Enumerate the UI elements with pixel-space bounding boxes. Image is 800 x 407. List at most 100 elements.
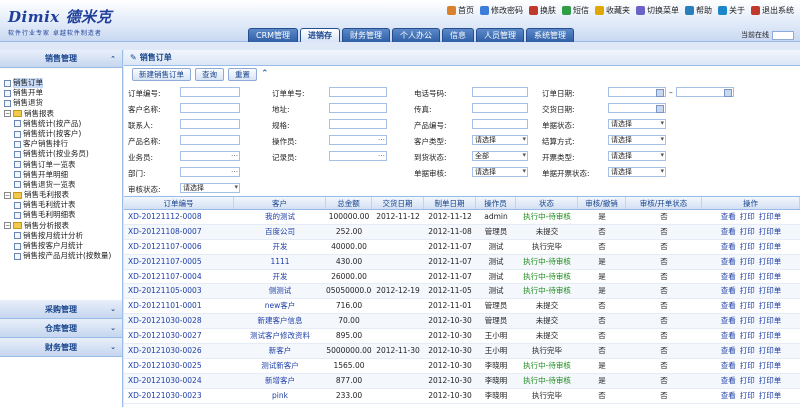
column-header[interactable]: 总金额: [326, 197, 372, 209]
collapse-icon[interactable]: ⌃: [261, 69, 269, 79]
column-header[interactable]: 制单日期: [424, 197, 476, 209]
sidebar-item[interactable]: 销售开单: [0, 88, 122, 98]
action-link-0[interactable]: 查看: [721, 242, 736, 251]
action-link-0[interactable]: 查看: [721, 316, 736, 325]
action-link-2[interactable]: 打印单: [759, 376, 782, 385]
action-link-0[interactable]: 查看: [721, 212, 736, 221]
action-link-1[interactable]: 打印: [740, 301, 755, 310]
sidebar-item[interactable]: 销售退货一览表: [0, 180, 122, 190]
collapse-toggle-icon[interactable]: −: [4, 191, 11, 199]
contact-input[interactable]: [180, 119, 240, 129]
sidebar-item[interactable]: − 销售报表: [0, 109, 122, 119]
top-link-2[interactable]: 换肤: [529, 5, 556, 16]
action-link-1[interactable]: 打印: [740, 257, 755, 266]
phone-input[interactable]: [472, 87, 528, 97]
cell-code[interactable]: XD-20121112-0008: [124, 210, 234, 224]
cell-code[interactable]: XD-20121030-0024: [124, 374, 234, 388]
top-link-1[interactable]: 修改密码: [480, 5, 523, 16]
action-link-2[interactable]: 打印单: [759, 316, 782, 325]
sidebar-item[interactable]: 销售退货: [0, 98, 122, 108]
table-row[interactable]: XD-20121107-0006 开发 40000.00 2012-11-07 测试 执行…: [124, 240, 800, 255]
top-link-6[interactable]: 帮助: [685, 5, 712, 16]
action-link-2[interactable]: 打印单: [759, 346, 782, 355]
cell-code[interactable]: XD-20121030-0023: [124, 389, 234, 403]
action-link-0[interactable]: 查看: [721, 286, 736, 295]
cell-code[interactable]: XD-20121107-0006: [124, 240, 234, 254]
action-link-0[interactable]: 查看: [721, 346, 736, 355]
column-header[interactable]: 状态: [516, 197, 578, 209]
sidebar-panel-1[interactable]: 仓库管理 ⌄: [0, 319, 122, 338]
action-link-2[interactable]: 打印单: [759, 227, 782, 236]
collapse-toggle-icon[interactable]: −: [4, 110, 11, 118]
table-row[interactable]: XD-20121112-0008 我的测试 100000.00 2012-11-12 2…: [124, 210, 800, 225]
table-row[interactable]: XD-20121030-0026 新客户 5000000.00 2012-11-30 2…: [124, 344, 800, 359]
cell-code[interactable]: XD-20121105-0003: [124, 284, 234, 298]
fax-input[interactable]: [472, 103, 528, 113]
action-link-1[interactable]: 打印: [740, 242, 755, 251]
cell-code[interactable]: XD-20121030-0027: [124, 329, 234, 343]
cell-code[interactable]: XD-20121107-0004: [124, 270, 234, 284]
sidebar-item[interactable]: 销售统计(按客户): [0, 129, 122, 139]
action-link-1[interactable]: 打印: [740, 391, 755, 400]
sidebar-item[interactable]: 销售按产品月统计(按数量): [0, 251, 122, 261]
product-name-input[interactable]: [180, 135, 240, 145]
table-row[interactable]: XD-20121107-0004 开发 26000.00 2012-11-07 测试 执行…: [124, 270, 800, 285]
invoice-select[interactable]: 请选择: [608, 151, 666, 161]
chevron-down-icon[interactable]: ⌄: [110, 338, 116, 357]
action-link-2[interactable]: 打印单: [759, 361, 782, 370]
action-link-1[interactable]: 打印: [740, 331, 755, 340]
action-link-0[interactable]: 查看: [721, 301, 736, 310]
cell-code[interactable]: XD-20121030-0025: [124, 359, 234, 373]
cell-code[interactable]: XD-20121108-0007: [124, 225, 234, 239]
column-header[interactable]: 交货日期: [372, 197, 424, 209]
column-header[interactable]: 订单编号: [124, 197, 234, 209]
action-link-1[interactable]: 打印: [740, 316, 755, 325]
top-link-7[interactable]: 关于: [718, 5, 745, 16]
tab-0[interactable]: CRM管理: [248, 28, 299, 42]
column-header[interactable]: 客户: [234, 197, 326, 209]
top-link-5[interactable]: 切换菜单: [636, 5, 679, 16]
action-link-1[interactable]: 打印: [740, 212, 755, 221]
operator-picker[interactable]: [329, 134, 387, 145]
action-link-0[interactable]: 查看: [721, 257, 736, 266]
action-link-2[interactable]: 打印单: [759, 272, 782, 281]
column-header[interactable]: 操作: [702, 197, 800, 209]
action-link-2[interactable]: 打印单: [759, 391, 782, 400]
order-date-to[interactable]: [676, 87, 734, 97]
sidebar-item[interactable]: − 销售分析报表: [0, 221, 122, 231]
top-link-3[interactable]: 短信: [562, 5, 589, 16]
top-link-8[interactable]: 退出系统: [751, 5, 794, 16]
tab-5[interactable]: 人员管理: [476, 28, 525, 42]
top-link-4[interactable]: 收藏夹: [595, 5, 630, 16]
tab-2[interactable]: 财务管理: [342, 28, 391, 42]
sidebar-item[interactable]: 销售按月统计分析: [0, 231, 122, 241]
action-link-2[interactable]: 打印单: [759, 331, 782, 340]
table-row[interactable]: XD-20121107-0005 1111 430.00 2012-11-07 测试 执行…: [124, 254, 800, 270]
top-link-0[interactable]: 首页: [447, 5, 474, 16]
column-header[interactable]: 审核/撤销: [578, 197, 626, 209]
action-link-2[interactable]: 打印单: [759, 242, 782, 251]
sidebar-item[interactable]: − 销售毛利报表: [0, 190, 122, 200]
delivery-date-from[interactable]: [608, 103, 666, 113]
action-link-1[interactable]: 打印: [740, 361, 755, 370]
action-link-0[interactable]: 查看: [721, 227, 736, 236]
dept-picker[interactable]: [180, 166, 240, 177]
table-row[interactable]: XD-20121030-0027 测试客户修改资料 895.00 2012-10-30…: [124, 329, 800, 345]
sidebar-item[interactable]: 客户销售排行: [0, 139, 122, 149]
action-link-2[interactable]: 打印单: [759, 257, 782, 266]
settle-select[interactable]: 请选择: [608, 135, 666, 145]
tab-4[interactable]: 信息: [442, 28, 475, 42]
status-select[interactable]: 请选择: [180, 183, 240, 193]
sidebar-item[interactable]: 销售统计(按产品): [0, 119, 122, 129]
sidebar-panel-0[interactable]: 采购管理 ⌄: [0, 300, 122, 319]
sidebar-item[interactable]: 销售毛利统计表: [0, 200, 122, 210]
cell-code[interactable]: XD-20121101-0001: [124, 299, 234, 313]
sidebar-item[interactable]: 销售订单一览表: [0, 160, 122, 170]
sidebar-panel-sales[interactable]: 销售管理 ⌃: [0, 50, 122, 68]
recorder-picker[interactable]: [329, 150, 387, 161]
address-input[interactable]: [329, 103, 387, 113]
sidebar-item[interactable]: 销售订单: [0, 78, 122, 89]
chevron-down-icon[interactable]: ⌄: [110, 300, 116, 319]
order-no-input[interactable]: [180, 87, 240, 97]
arrival-select[interactable]: 全部: [472, 151, 528, 161]
